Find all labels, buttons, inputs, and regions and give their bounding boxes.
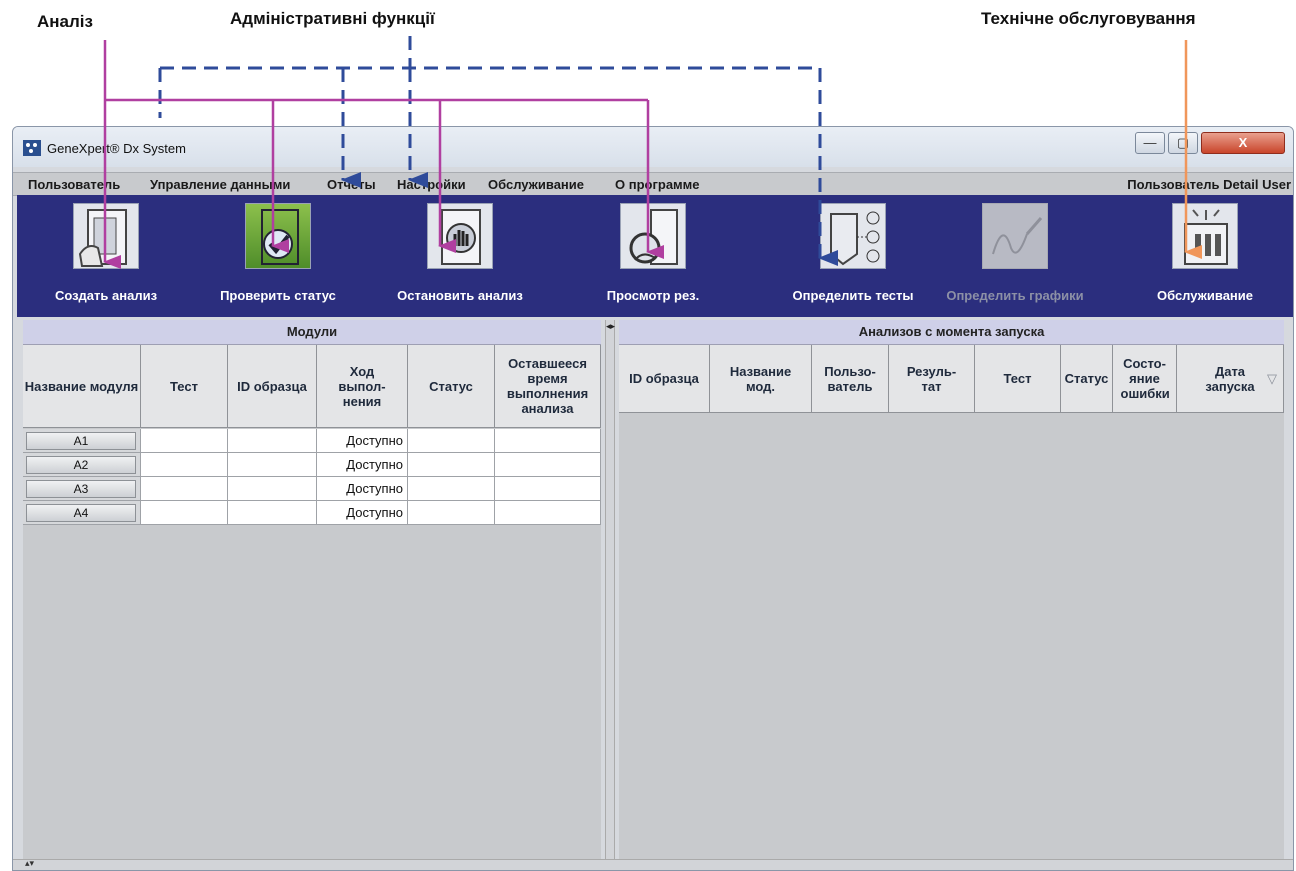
callout-overlay xyxy=(103,36,1202,269)
analysis-callout-lines xyxy=(103,40,664,269)
admin-callout-lines xyxy=(158,36,838,266)
